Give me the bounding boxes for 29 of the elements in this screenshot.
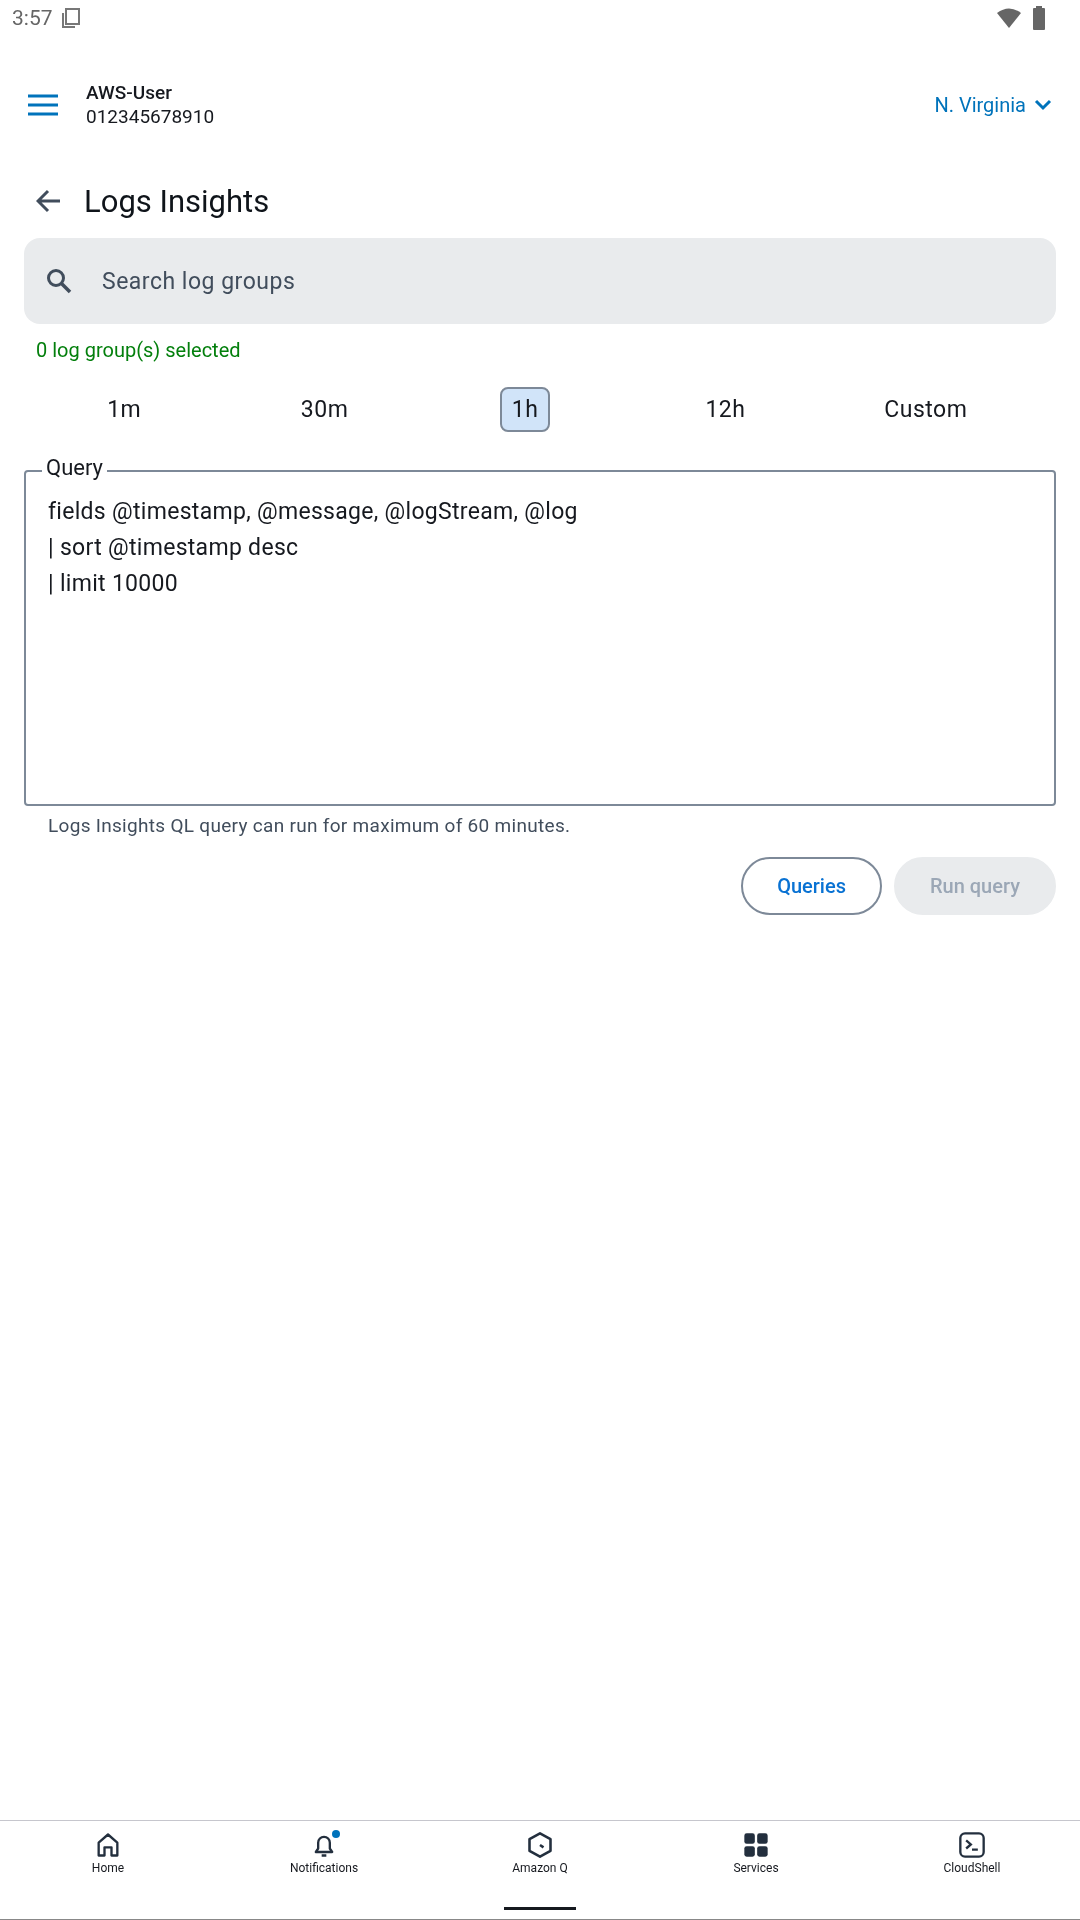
query-hint: Logs Insights QL query can run for maximum of 60 minutes. <box>48 814 571 837</box>
nav-item[interactable]: Amazon Q <box>432 1831 648 1875</box>
queries-button[interactable]: Queries <box>741 857 882 915</box>
page-title: Logs Insights <box>84 182 270 220</box>
time-range-option[interactable]: 1m <box>95 386 154 432</box>
home-indicator <box>504 1907 576 1910</box>
time-range-option[interactable]: Custom <box>872 386 980 432</box>
hexagon-icon <box>526 1831 554 1859</box>
nav-item[interactable]: Services <box>648 1831 864 1875</box>
time-range-option[interactable]: 30m <box>288 386 361 432</box>
menu-icon[interactable] <box>28 94 58 116</box>
user-name: AWS-User <box>86 81 173 105</box>
nav-item[interactable]: Notifications <box>216 1831 432 1875</box>
chevron-down-icon <box>1034 99 1052 111</box>
selection-count: 0 log group(s) selected <box>36 338 241 362</box>
region-selector[interactable]: N. Virginia <box>934 93 1052 117</box>
battery-icon <box>1032 6 1046 30</box>
search-icon <box>46 268 72 294</box>
time-range-option[interactable]: 12h <box>693 386 758 432</box>
nav-item[interactable]: Home <box>0 1831 216 1875</box>
account-id: 012345678910 <box>86 105 216 129</box>
terminal-icon <box>958 1831 986 1859</box>
nav-item[interactable]: CloudShell <box>864 1831 1080 1875</box>
search-field[interactable]: Search log groups <box>24 238 1056 324</box>
time-range-option[interactable]: 1h <box>499 386 551 432</box>
grid-icon <box>742 1831 770 1859</box>
back-arrow-icon[interactable] <box>36 189 62 213</box>
status-time: 3:57 <box>12 6 53 30</box>
wifi-icon <box>996 7 1022 29</box>
